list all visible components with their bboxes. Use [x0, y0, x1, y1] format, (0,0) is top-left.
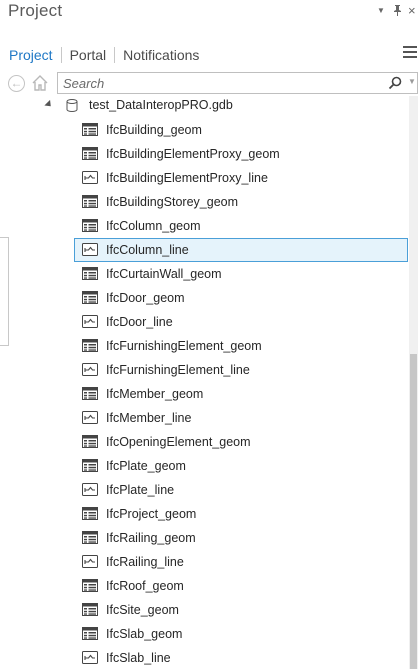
tree-item-feature-class[interactable]: IfcColumn_geom [74, 214, 408, 238]
tree-item-feature-class[interactable]: IfcDoor_line [74, 310, 408, 334]
home-icon[interactable] [31, 74, 49, 92]
tree-item-label: IfcSite_geom [106, 603, 179, 617]
tab-separator [114, 47, 116, 63]
tree-item-label: IfcPlate_geom [106, 459, 186, 473]
table-feature-class-icon [82, 195, 98, 208]
tree-item-feature-class[interactable]: IfcMember_line [74, 406, 408, 430]
tree-item-feature-class[interactable]: IfcProject_geom [74, 502, 408, 526]
table-feature-class-icon [82, 435, 98, 448]
tree-item-feature-class[interactable]: IfcRoof_geom [74, 574, 408, 598]
table-feature-class-icon [82, 579, 98, 592]
tree-item-feature-class[interactable]: IfcSlab_line [74, 646, 408, 669]
search-icon[interactable] [388, 76, 402, 90]
geodatabase-label: test_DataInteropPRO.gdb [89, 98, 233, 112]
table-feature-class-icon [82, 507, 98, 520]
tree-item-feature-class[interactable]: IfcPlate_geom [74, 454, 408, 478]
collapse-arrow-icon[interactable] [44, 99, 54, 110]
line-feature-class-icon [82, 315, 98, 328]
tree-item-label: IfcBuildingElementProxy_geom [106, 147, 280, 161]
tree-item-label: IfcColumn_geom [106, 219, 201, 233]
line-feature-class-icon [82, 411, 98, 424]
tree-item-label: IfcSlab_geom [106, 627, 183, 641]
line-feature-class-icon [82, 555, 98, 568]
vertical-scrollbar[interactable] [409, 96, 418, 669]
search-input[interactable] [63, 75, 383, 91]
table-feature-class-icon [82, 291, 98, 304]
tab-project[interactable]: Project [9, 47, 53, 63]
table-feature-class-icon [82, 603, 98, 616]
line-feature-class-icon [82, 651, 98, 664]
tree-item-feature-class[interactable]: IfcPlate_line [74, 478, 408, 502]
tree-item-label: IfcCurtainWall_geom [106, 267, 222, 281]
tree-item-feature-class[interactable]: IfcOpeningElement_geom [74, 430, 408, 454]
tree-item-label: IfcDoor_line [106, 315, 173, 329]
tree-item-feature-class[interactable]: IfcFurnishingElement_line [74, 358, 408, 382]
tree-item-feature-class[interactable]: IfcSlab_geom [74, 622, 408, 646]
tree-item-label: IfcMember_line [106, 411, 192, 425]
pane-title: Project [8, 1, 63, 20]
table-feature-class-icon [82, 531, 98, 544]
tree-item-feature-class[interactable]: IfcRailing_geom [74, 526, 408, 550]
tree-item-label: IfcSlab_line [106, 651, 171, 665]
tree-item-feature-class[interactable]: IfcMember_geom [74, 382, 408, 406]
tree-node-geodatabase[interactable]: test_DataInteropPRO.gdb [0, 96, 408, 116]
line-feature-class-icon [82, 171, 98, 184]
line-feature-class-icon [82, 243, 98, 256]
tree-item-feature-class[interactable]: IfcSite_geom [74, 598, 408, 622]
tree-item-label: IfcBuilding_geom [106, 123, 202, 137]
tree-item-label: IfcRailing_geom [106, 531, 196, 545]
tree-item-feature-class[interactable]: IfcDoor_geom [74, 286, 408, 310]
pane-tabs: Project Portal Notifications [9, 45, 199, 65]
tree-item-label: IfcFurnishingElement_line [106, 363, 250, 377]
tree-item-feature-class[interactable]: IfcBuildingElementProxy_geom [74, 142, 408, 166]
back-arrow-icon[interactable]: ← [8, 75, 25, 92]
scrollbar-thumb[interactable] [410, 354, 417, 669]
search-options-dropdown-icon[interactable]: ▼ [408, 77, 416, 86]
hamburger-menu-icon[interactable] [403, 46, 417, 60]
tree-item-label: IfcBuildingStorey_geom [106, 195, 239, 209]
catalog-tree: test_DataInteropPRO.gdb IfcBuilding_geom… [0, 96, 408, 669]
tree-item-label: IfcRoof_geom [106, 579, 184, 593]
geodatabase-icon [66, 99, 78, 113]
table-feature-class-icon [82, 267, 98, 280]
table-feature-class-icon [82, 339, 98, 352]
pin-icon[interactable] [393, 5, 402, 19]
tree-item-label: IfcOpeningElement_geom [106, 435, 251, 449]
pin-dropdown-icon[interactable]: ▼ [377, 6, 385, 15]
tab-portal[interactable]: Portal [70, 47, 107, 63]
search-box: ▼ [57, 72, 418, 94]
table-feature-class-icon [82, 459, 98, 472]
tree-item-label: IfcProject_geom [106, 507, 197, 521]
table-feature-class-icon [82, 627, 98, 640]
tab-notifications[interactable]: Notifications [123, 47, 199, 63]
tree-item-feature-class[interactable]: IfcCurtainWall_geom [74, 262, 408, 286]
tree-item-label: IfcColumn_line [106, 243, 189, 257]
tab-separator [60, 47, 62, 63]
tree-item-label: IfcBuildingElementProxy_line [106, 171, 268, 185]
tree-item-label: IfcFurnishingElement_geom [106, 339, 262, 353]
tree-item-label: IfcPlate_line [106, 483, 175, 497]
table-feature-class-icon [82, 147, 98, 160]
line-feature-class-icon [82, 363, 98, 376]
tree-item-feature-class[interactable]: IfcRailing_line [74, 550, 408, 574]
tree-item-feature-class[interactable]: IfcFurnishingElement_geom [74, 334, 408, 358]
pane-titlebar: Project ▼ × [0, 0, 418, 28]
table-feature-class-icon [82, 123, 98, 136]
tree-item-label: IfcMember_geom [106, 387, 204, 401]
tree-item-label: IfcDoor_geom [106, 291, 185, 305]
tree-item-label: IfcRailing_line [106, 555, 184, 569]
line-feature-class-icon [82, 483, 98, 496]
tree-item-feature-class[interactable]: IfcBuildingElementProxy_line [74, 166, 408, 190]
tree-item-feature-class[interactable]: IfcBuildingStorey_geom [74, 190, 408, 214]
table-feature-class-icon [82, 219, 98, 232]
table-feature-class-icon [82, 387, 98, 400]
close-icon[interactable]: × [408, 3, 416, 18]
tree-item-feature-class[interactable]: IfcBuilding_geom [74, 118, 408, 142]
tree-item-feature-class[interactable]: IfcColumn_line [74, 238, 408, 262]
